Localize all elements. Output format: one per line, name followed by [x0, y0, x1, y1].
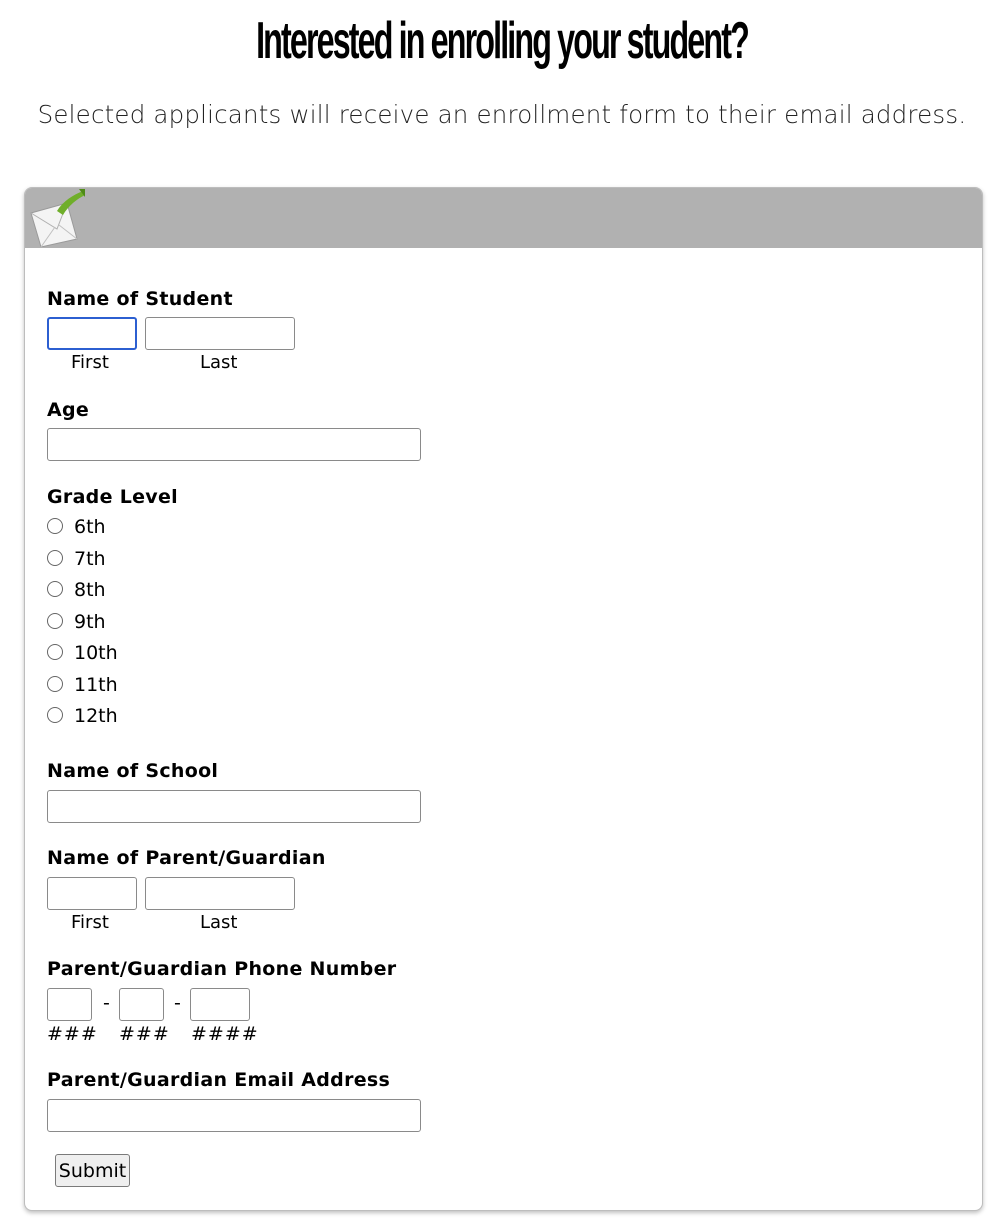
parent-last-caption: Last	[200, 912, 238, 933]
student-last-caption: Last	[200, 352, 238, 373]
parent-first-caption: First	[71, 912, 109, 933]
student-name-label: Name of Student	[47, 288, 233, 310]
phone-area-code-input[interactable]	[47, 988, 92, 1021]
phone-separator: -	[174, 992, 181, 1014]
phone-label: Parent/Guardian Phone Number	[47, 958, 397, 980]
grade-option-label: 9th	[74, 610, 106, 633]
submit-button[interactable]: Submit	[55, 1154, 130, 1187]
age-label: Age	[47, 399, 90, 421]
enrollment-form: Name of Student First Last Age Grade Lev…	[24, 187, 983, 1211]
radio-button[interactable]	[47, 707, 63, 723]
grade-level-label: Grade Level	[47, 486, 178, 508]
phone-line-number-input[interactable]	[190, 988, 250, 1021]
school-name-label: Name of School	[47, 760, 219, 782]
grade-option-label: 6th	[74, 516, 106, 538]
radio-button[interactable]	[47, 644, 63, 660]
age-input[interactable]	[47, 428, 421, 461]
grade-option-label: 8th	[74, 579, 106, 601]
page-heading: Interested in enrolling your student?	[256, 12, 750, 70]
student-first-name-input[interactable]	[47, 317, 137, 350]
page-subheading: Selected applicants will receive an enro…	[37, 100, 967, 129]
parent-last-name-input[interactable]	[145, 877, 295, 910]
radio-button[interactable]	[47, 518, 63, 534]
phone-prefix-input[interactable]	[119, 988, 164, 1021]
form-header-bar	[25, 188, 982, 248]
mail-envelope-icon	[30, 189, 85, 247]
parent-name-label: Name of Parent/Guardian	[47, 847, 326, 869]
radio-button[interactable]	[47, 581, 63, 597]
phone-line-number-hint: ####	[191, 1023, 259, 1045]
grade-option-label: 7th	[74, 547, 106, 570]
radio-button[interactable]	[47, 549, 63, 566]
phone-area-code-hint: ###	[47, 1023, 98, 1045]
radio-button[interactable]	[47, 612, 63, 629]
phone-separator: -	[103, 992, 110, 1014]
student-last-name-input[interactable]	[145, 317, 295, 350]
grade-option-label: 10th	[74, 642, 118, 664]
school-name-input[interactable]	[47, 790, 421, 823]
email-input[interactable]	[47, 1099, 421, 1132]
radio-button[interactable]	[47, 675, 63, 692]
email-label: Parent/Guardian Email Address	[47, 1069, 391, 1091]
phone-prefix-hint: ###	[119, 1023, 170, 1045]
grade-option-label: 12th	[74, 705, 118, 727]
student-first-caption: First	[71, 352, 109, 373]
grade-option-label: 11th	[74, 673, 118, 696]
parent-first-name-input[interactable]	[47, 877, 137, 910]
